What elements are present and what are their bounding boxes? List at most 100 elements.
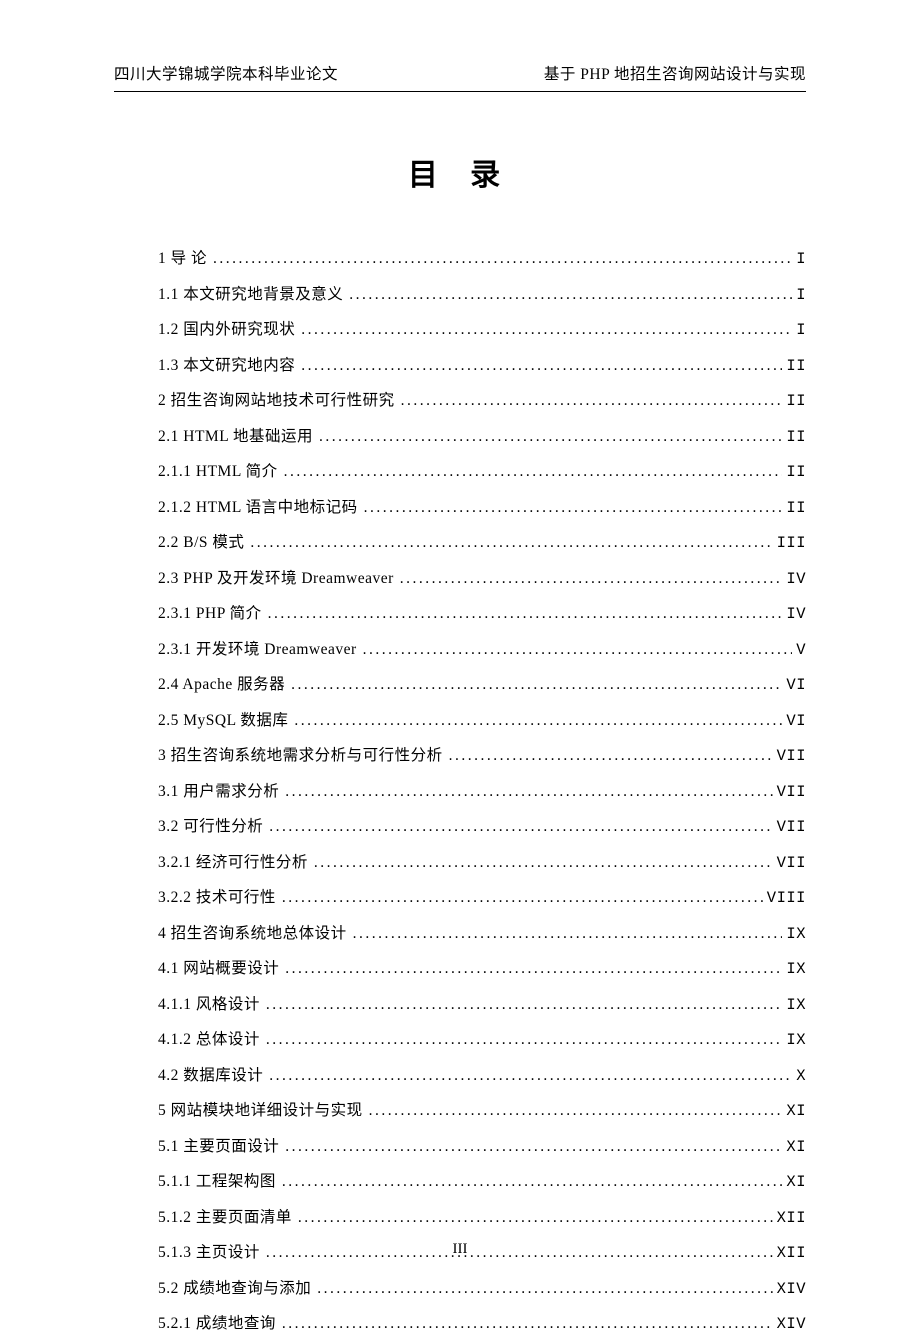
toc-entry-label: 2.1.2 HTML 语言中地标记码 <box>158 495 358 517</box>
toc-leader-dots <box>268 605 783 623</box>
toc-entry-page: VII <box>777 854 806 872</box>
toc-entry-page: VIII <box>767 889 806 907</box>
toc-entry-label: 4.2 数据库设计 <box>158 1063 263 1085</box>
toc-entry-page: I <box>796 286 806 304</box>
page-title: 目 录 <box>0 150 920 194</box>
toc-entry-label: 2.4 Apache 服务器 <box>158 672 285 694</box>
toc-leader-dots <box>353 925 783 943</box>
toc-entry-page: II <box>786 463 806 481</box>
toc-leader-dots <box>250 534 772 552</box>
toc-entry-label: 2.3 PHP 及开发环境 Dreamweaver <box>158 566 394 588</box>
toc-entry-label: 5.1 主要页面设计 <box>158 1134 279 1156</box>
toc-row: 4.1.1 风格设计 IX <box>158 992 806 1014</box>
toc-leader-dots <box>294 712 782 730</box>
header-left-text: 四川大学锦城学院本科毕业论文 <box>114 62 338 84</box>
toc-entry-page: I <box>796 321 806 339</box>
toc-leader-dots <box>314 854 773 872</box>
toc-entry-page: II <box>786 357 806 375</box>
toc-row: 2.3 PHP 及开发环境 Dreamweaver IV <box>158 566 806 588</box>
toc-entry-label: 3 招生咨询系统地需求分析与可行性分析 <box>158 743 443 765</box>
toc-entry-page: II <box>786 499 806 517</box>
toc-row: 1 导 论 I <box>158 246 806 268</box>
toc-entry-page: IV <box>786 570 806 588</box>
toc-leader-dots <box>269 1067 792 1085</box>
toc-entry-page: VII <box>777 747 806 765</box>
toc-entry-label: 4 招生咨询系统地总体设计 <box>158 921 347 943</box>
toc-row: 5.1.1 工程架构图XI <box>158 1169 806 1191</box>
toc-leader-dots <box>284 463 783 481</box>
toc-row: 5 网站模块地详细设计与实现 XI <box>158 1098 806 1120</box>
toc-row: 2.1.2 HTML 语言中地标记码 II <box>158 495 806 517</box>
toc-row: 3 招生咨询系统地需求分析与可行性分析 VII <box>158 743 806 765</box>
toc-entry-page: V <box>796 641 806 659</box>
toc-leader-dots <box>285 960 782 978</box>
toc-entry-label: 5 网站模块地详细设计与实现 <box>158 1098 363 1120</box>
toc-leader-dots <box>364 499 783 517</box>
toc-leader-dots <box>449 747 773 765</box>
toc-leader-dots <box>301 321 792 339</box>
toc-entry-page: IX <box>786 996 806 1014</box>
toc-entry-label: 3.2.1 经济可行性分析 <box>158 850 308 872</box>
toc-row: 1.1 本文研究地背景及意义 I <box>158 282 806 304</box>
toc-entry-label: 1.3 本文研究地内容 <box>158 353 295 375</box>
toc-entry-label: 2.3.1 PHP 简介 <box>158 601 262 623</box>
toc-entry-label: 5.1.1 工程架构图 <box>158 1169 276 1191</box>
toc-row: 4.1.2 总体设计 IX <box>158 1027 806 1049</box>
toc-leader-dots <box>266 996 783 1014</box>
toc-entry-label: 5.1.2 主要页面清单 <box>158 1205 292 1227</box>
toc-leader-dots <box>363 641 793 659</box>
toc-row: 4 招生咨询系统地总体设计 IX <box>158 921 806 943</box>
toc-row: 1.3 本文研究地内容 II <box>158 353 806 375</box>
toc-leader-dots <box>319 428 782 446</box>
toc-leader-dots <box>266 1031 783 1049</box>
toc-row: 2.3.1 PHP 简介 IV <box>158 601 806 623</box>
toc-leader-dots <box>401 392 783 410</box>
toc-leader-dots <box>213 250 792 268</box>
toc-row: 3.1 用户需求分析 VII <box>158 779 806 801</box>
toc-row: 3.2.1 经济可行性分析 VII <box>158 850 806 872</box>
toc-entry-page: I <box>796 250 806 268</box>
toc-leader-dots <box>285 783 772 801</box>
toc-row: 4.1 网站概要设计 IX <box>158 956 806 978</box>
toc-entry-label: 4.1.1 风格设计 <box>158 992 260 1014</box>
toc-entry-page: II <box>786 392 806 410</box>
toc-row: 2 招生咨询网站地技术可行性研究 II <box>158 388 806 410</box>
toc-entry-label: 4.1.2 总体设计 <box>158 1027 260 1049</box>
toc-row: 2.5 MySQL 数据库 VI <box>158 708 806 730</box>
toc-leader-dots <box>269 818 772 836</box>
toc-entry-label: 5.2.1 成绩地查询 <box>158 1311 276 1333</box>
toc-leader-dots <box>400 570 783 588</box>
toc-leader-dots <box>301 357 782 375</box>
toc-entry-page: XII <box>777 1209 806 1227</box>
toc-leader-dots <box>317 1280 772 1298</box>
toc-entry-page: III <box>777 534 806 552</box>
toc-row: 5.1 主要页面设计 XI <box>158 1134 806 1156</box>
toc-entry-label: 4.1 网站概要设计 <box>158 956 279 978</box>
toc-row: 1.2 国内外研究现状 I <box>158 317 806 339</box>
toc-row: 2.2 B/S 模式III <box>158 530 806 552</box>
toc-entry-page: X <box>796 1067 806 1085</box>
running-header: 四川大学锦城学院本科毕业论文 基于 PHP 地招生咨询网站设计与实现 <box>114 62 806 92</box>
toc-entry-label: 1 导 论 <box>158 246 207 268</box>
toc-leader-dots <box>298 1209 773 1227</box>
toc-entry-page: IX <box>786 1031 806 1049</box>
toc-entry-label: 3.2.2 技术可行性 <box>158 885 276 907</box>
toc-entry-label: 2.5 MySQL 数据库 <box>158 708 288 730</box>
toc-row: 4.2 数据库设计 X <box>158 1063 806 1085</box>
document-page: 四川大学锦城学院本科毕业论文 基于 PHP 地招生咨询网站设计与实现 目 录 1… <box>0 0 920 1302</box>
toc-leader-dots <box>291 676 782 694</box>
toc-entry-page: IV <box>786 605 806 623</box>
toc-entry-label: 1.1 本文研究地背景及意义 <box>158 282 343 304</box>
toc-entry-page: VII <box>777 818 806 836</box>
toc-entry-page: II <box>786 428 806 446</box>
toc-row: 2.4 Apache 服务器 VI <box>158 672 806 694</box>
toc-leader-dots <box>349 286 792 304</box>
toc-entry-page: XIV <box>777 1315 806 1333</box>
toc-entry-page: XI <box>786 1138 806 1156</box>
toc-entry-page: VI <box>786 712 806 730</box>
toc-entry-page: VI <box>786 676 806 694</box>
toc-entry-page: XI <box>786 1102 806 1120</box>
toc-row: 5.2.1 成绩地查询 XIV <box>158 1311 806 1333</box>
toc-row: 5.1.2 主要页面清单 XII <box>158 1205 806 1227</box>
toc-row: 3.2 可行性分析 VII <box>158 814 806 836</box>
